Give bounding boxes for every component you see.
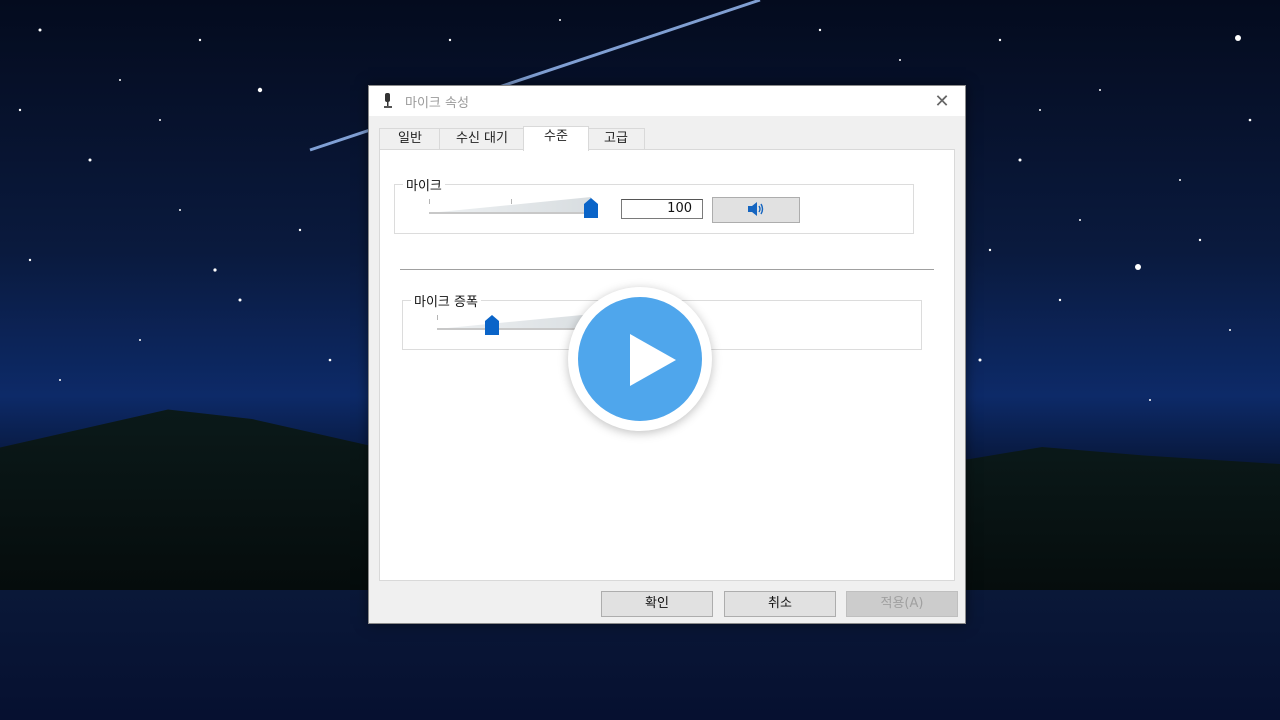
title-bar[interactable]: 마이크 속성 ✕ [369,86,965,116]
tab-advanced[interactable]: 고급 [587,128,645,150]
play-button-circle [578,297,702,421]
slider-tick [511,199,512,204]
mute-toggle-button[interactable] [712,197,800,223]
section-divider [400,269,934,270]
ok-button[interactable]: 확인 [601,591,713,617]
cancel-button[interactable]: 취소 [724,591,836,617]
microphone-level-label: 마이크 [403,175,445,194]
microphone-boost-label: 마이크 증폭 [411,291,481,310]
play-icon [630,334,676,386]
microphone-level-value[interactable]: 100 [621,199,703,219]
microphone-icon [381,92,395,110]
boost-slider-thumb[interactable] [485,315,499,335]
window-title: 마이크 속성 [405,96,469,111]
microphone-slider-track [429,212,595,214]
close-icon: ✕ [934,90,950,112]
apply-button[interactable]: 적용(A) [846,591,958,617]
tab-general[interactable]: 일반 [379,128,441,150]
speaker-icon [747,201,765,220]
slider-tick [437,315,438,320]
tab-levels[interactable]: 수준 [523,126,589,151]
microphone-level-group: 마이크 100 [394,175,914,234]
microphone-slider-fill [429,197,591,213]
close-button[interactable]: ✕ [919,86,965,116]
tab-listen[interactable]: 수신 대기 [439,128,525,150]
play-button[interactable] [568,287,712,431]
slider-tick [429,199,430,204]
